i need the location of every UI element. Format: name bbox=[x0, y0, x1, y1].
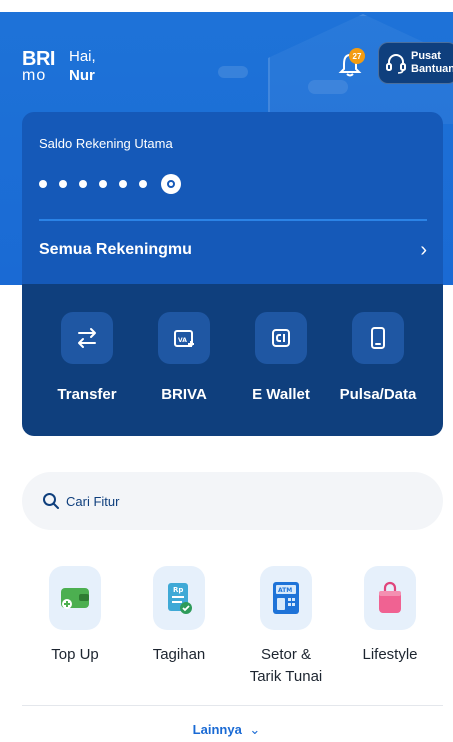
menu-top-up[interactable]: Top Up bbox=[30, 566, 120, 666]
help-line-1: Pusat bbox=[411, 50, 441, 62]
phone-icon bbox=[352, 312, 404, 364]
cloud-decoration bbox=[218, 66, 248, 78]
quick-action-label: BRIVA bbox=[161, 386, 207, 403]
transfer-icon bbox=[61, 312, 113, 364]
quick-actions-panel: Transfer VA BRIVA E Wallet Pulsa/Data bbox=[22, 284, 443, 436]
shopping-bag-icon bbox=[364, 566, 416, 630]
masked-balance bbox=[39, 174, 181, 194]
cloud-decoration bbox=[308, 80, 348, 94]
feature-search-input[interactable]: Cari Fitur bbox=[22, 472, 443, 530]
mask-dot bbox=[139, 180, 147, 188]
menu-lifestyle[interactable]: Lifestyle bbox=[345, 566, 435, 666]
notification-badge: 27 bbox=[349, 48, 365, 64]
mask-dot bbox=[119, 180, 127, 188]
menu-label: Setor & Tarik Tunai bbox=[249, 646, 323, 685]
menu-tagihan[interactable]: Rp Tagihan bbox=[134, 566, 224, 666]
greeting-text: Hai, bbox=[69, 48, 96, 65]
menu-label: Tagihan bbox=[152, 646, 206, 663]
divider bbox=[22, 705, 443, 706]
svg-text:Rp: Rp bbox=[173, 586, 183, 594]
search-icon bbox=[43, 493, 59, 509]
menu-setor-tarik-tunai[interactable]: ATM Setor & Tarik Tunai bbox=[240, 566, 332, 688]
atm-icon: ATM bbox=[260, 566, 312, 630]
logo-bri-text: BRI bbox=[22, 48, 55, 70]
logo-mo-text: mo bbox=[22, 67, 47, 84]
quick-action-briva[interactable]: VA BRIVA bbox=[136, 312, 232, 403]
greeting: Hai, Nur bbox=[69, 48, 96, 86]
headset-icon bbox=[386, 54, 406, 74]
show-balance-eye-icon[interactable] bbox=[161, 174, 181, 194]
balance-card: Saldo Rekening Utama Semua Rekeningmu › bbox=[22, 112, 443, 284]
help-center-label: Pusat Bantuan bbox=[411, 50, 453, 76]
help-center-button[interactable]: Pusat Bantuan bbox=[378, 42, 453, 84]
all-accounts-label: Semua Rekeningmu bbox=[39, 241, 192, 258]
menu-label: Top Up bbox=[51, 646, 99, 663]
balance-label: Saldo Rekening Utama bbox=[39, 136, 173, 151]
brimo-logo: BRI mo bbox=[22, 48, 55, 84]
mask-dot bbox=[79, 180, 87, 188]
ewallet-icon bbox=[255, 312, 307, 364]
menu-label: Lifestyle bbox=[362, 646, 418, 663]
top-strip bbox=[0, 0, 453, 12]
chevron-down-icon: ⌄ bbox=[249, 722, 261, 737]
chevron-right-icon: › bbox=[420, 238, 427, 261]
svg-text:VA: VA bbox=[178, 337, 187, 344]
divider bbox=[39, 219, 427, 221]
notification-button[interactable]: 27 bbox=[338, 48, 365, 80]
mask-dot bbox=[99, 180, 107, 188]
quick-action-label: Pulsa/Data bbox=[339, 386, 417, 403]
quick-action-ewallet[interactable]: E Wallet bbox=[233, 312, 329, 403]
wallet-topup-icon bbox=[49, 566, 101, 630]
more-label: Lainnya bbox=[192, 722, 242, 737]
quick-action-label: E Wallet bbox=[252, 386, 310, 403]
briva-icon: VA bbox=[158, 312, 210, 364]
help-line-2: Bantuan bbox=[411, 63, 453, 75]
more-menu-button[interactable]: Lainnya ⌄ bbox=[0, 722, 453, 738]
user-name: Nur bbox=[69, 67, 95, 84]
all-accounts-link[interactable]: Semua Rekeningmu › bbox=[39, 236, 427, 264]
quick-action-pulsa[interactable]: Pulsa/Data bbox=[330, 312, 426, 403]
svg-text:ATM: ATM bbox=[278, 587, 292, 594]
mask-dot bbox=[39, 180, 47, 188]
mask-dot bbox=[59, 180, 67, 188]
quick-action-label: Transfer bbox=[57, 386, 117, 403]
quick-action-transfer[interactable]: Transfer bbox=[39, 312, 135, 403]
bill-icon: Rp bbox=[153, 566, 205, 630]
search-placeholder: Cari Fitur bbox=[66, 493, 120, 509]
